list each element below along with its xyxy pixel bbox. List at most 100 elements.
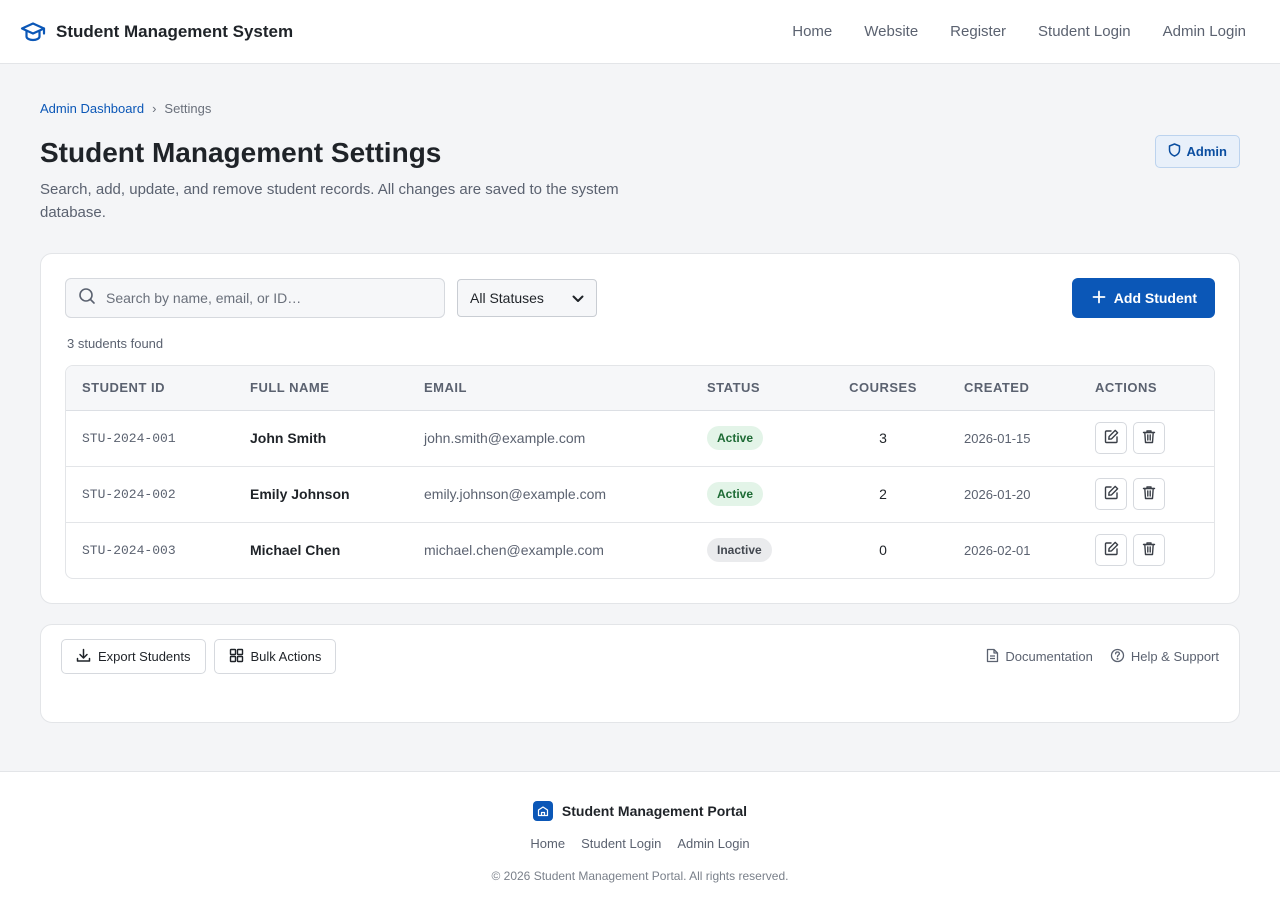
brand-name: Student Management System	[56, 21, 294, 41]
delete-student-button[interactable]	[1133, 478, 1165, 510]
trash-icon	[1142, 485, 1156, 503]
table-row[interactable]: STU-2024-001 John Smith john.smith@examp…	[66, 410, 1214, 466]
column-header-email[interactable]: EMAIL	[408, 366, 691, 410]
edit-student-button[interactable]	[1095, 422, 1127, 454]
documentation-link[interactable]: Documentation	[986, 648, 1093, 666]
add-student-button[interactable]: Add Student	[1071, 278, 1215, 318]
student-email-cell: john.smith@example.com	[424, 430, 586, 446]
help-links: Documentation Help & Support	[986, 639, 1219, 674]
column-header-created[interactable]: CREATED	[948, 366, 1079, 410]
school-icon	[532, 801, 553, 821]
add-student-label: Add Student	[1113, 290, 1197, 306]
student-id-cell: STU-2024-003	[82, 542, 176, 558]
column-header-full-name[interactable]: FULL NAME	[234, 366, 408, 410]
search-input[interactable]	[106, 290, 426, 306]
delete-student-button[interactable]	[1133, 422, 1165, 454]
edit-icon	[1104, 541, 1119, 559]
student-courses-cell: 2	[879, 486, 887, 502]
bulk-actions-button[interactable]: Bulk Actions	[213, 639, 337, 674]
student-courses-cell: 0	[879, 542, 887, 559]
role-badge-label: Admin	[1186, 144, 1227, 159]
student-email-cell: michael.chen@example.com	[424, 542, 604, 559]
column-header-actions: ACTIONS	[1095, 380, 1157, 396]
table-header-row: STUDENT ID FULL NAME EMAIL STATUS COURSE…	[66, 366, 1214, 410]
students-table-wrap: STUDENT ID FULL NAME EMAIL STATUS COURSE…	[65, 365, 1215, 579]
title-block: Student Management Settings Search, add,…	[40, 136, 660, 224]
footer-link-admin-login[interactable]: Admin Login	[677, 836, 749, 851]
nav-student-login[interactable]: Student Login	[1022, 0, 1147, 64]
breadcrumb-separator: ›	[152, 100, 157, 116]
title-row: Student Management Settings Search, add,…	[40, 135, 1240, 224]
status-badge: Active	[707, 482, 764, 506]
search-box[interactable]	[65, 278, 445, 318]
search-icon	[78, 287, 96, 310]
student-name-cell: Emily Johnson	[250, 486, 350, 502]
grid-icon	[229, 648, 244, 666]
footer-nav: Home Student Login Admin Login	[530, 836, 749, 851]
tools-card: Export Students Bulk Actions Documentati…	[40, 624, 1240, 723]
footer-brand: Student Management Portal	[532, 801, 748, 821]
trash-icon	[1142, 541, 1156, 559]
brand[interactable]: Student Management System	[20, 19, 293, 45]
column-header-courses[interactable]: COURSES	[818, 366, 948, 410]
students-card: All Statuses Add Student 3 students foun…	[40, 253, 1240, 604]
plus-icon	[1092, 290, 1106, 307]
student-id-cell: STU-2024-002	[82, 486, 176, 502]
student-name-cell: John Smith	[250, 430, 327, 446]
status-badge: Active	[707, 426, 764, 450]
breadcrumb: Admin Dashboard › Settings	[40, 100, 1240, 116]
student-courses-cell: 3	[879, 430, 887, 446]
page-description: Search, add, update, and remove student …	[40, 181, 619, 221]
student-created-cell: 2026-01-15	[964, 430, 1031, 446]
help-support-link[interactable]: Help & Support	[1110, 648, 1219, 666]
documentation-label: Documentation	[1005, 649, 1093, 664]
shield-icon	[1168, 143, 1181, 160]
student-status-cell: Inactive	[691, 522, 818, 578]
nav-website[interactable]: Website	[848, 0, 934, 64]
page-title: Student Management Settings	[40, 137, 442, 168]
student-created-cell: 2026-02-01	[964, 542, 1031, 558]
students-toolbar: All Statuses Add Student	[65, 278, 1215, 318]
breadcrumb-current: Settings	[164, 100, 212, 116]
footer-brand-name: Student Management Portal	[561, 803, 748, 819]
nav-home[interactable]: Home	[776, 0, 848, 64]
status-badge: Inactive	[707, 538, 772, 563]
row-actions	[1095, 422, 1198, 454]
student-actions-cell	[1079, 466, 1214, 522]
edit-student-button[interactable]	[1095, 534, 1127, 567]
export-students-label: Export Students	[98, 649, 191, 664]
students-table: STUDENT ID FULL NAME EMAIL STATUS COURSE…	[66, 366, 1214, 578]
delete-student-button[interactable]	[1133, 534, 1165, 567]
document-icon	[986, 648, 999, 666]
status-filter-value: All Statuses	[470, 290, 544, 306]
help-support-label: Help & Support	[1130, 649, 1219, 664]
student-actions-cell	[1079, 410, 1214, 466]
site-footer: Student Management Portal Home Student L…	[0, 771, 1280, 914]
top-navbar: Student Management System Home Website R…	[0, 0, 1280, 64]
edit-icon	[1104, 485, 1119, 503]
student-actions-cell	[1079, 522, 1214, 578]
table-row[interactable]: STU-2024-003 Michael Chen michael.chen@e…	[66, 522, 1214, 578]
download-icon	[76, 648, 91, 666]
column-header-status[interactable]: STATUS	[691, 366, 818, 410]
edit-student-button[interactable]	[1095, 478, 1127, 510]
row-actions	[1095, 478, 1198, 510]
nav-register[interactable]: Register	[934, 0, 1022, 64]
trash-icon	[1142, 429, 1156, 447]
breadcrumb-admin-dashboard[interactable]: Admin Dashboard	[40, 101, 144, 116]
footer-link-student-login[interactable]: Student Login	[581, 836, 661, 851]
student-name-cell: Michael Chen	[250, 542, 341, 559]
edit-icon	[1104, 429, 1119, 447]
column-header-student-id[interactable]: STUDENT ID	[66, 366, 234, 410]
status-filter-select[interactable]: All Statuses	[457, 279, 597, 317]
table-row[interactable]: STU-2024-002 Emily Johnson emily.johnson…	[66, 466, 1214, 522]
nav-admin-login[interactable]: Admin Login	[1147, 0, 1260, 64]
export-students-button[interactable]: Export Students	[61, 639, 206, 674]
help-circle-icon	[1110, 648, 1125, 666]
main-content: Admin Dashboard › Settings Student Manag…	[0, 64, 1280, 723]
footer-link-home[interactable]: Home	[530, 836, 565, 851]
chevron-down-icon	[572, 290, 584, 306]
row-actions	[1095, 534, 1198, 567]
student-status-cell: Active	[691, 410, 818, 466]
copyright: © 2026 Student Management Portal. All ri…	[491, 869, 789, 883]
